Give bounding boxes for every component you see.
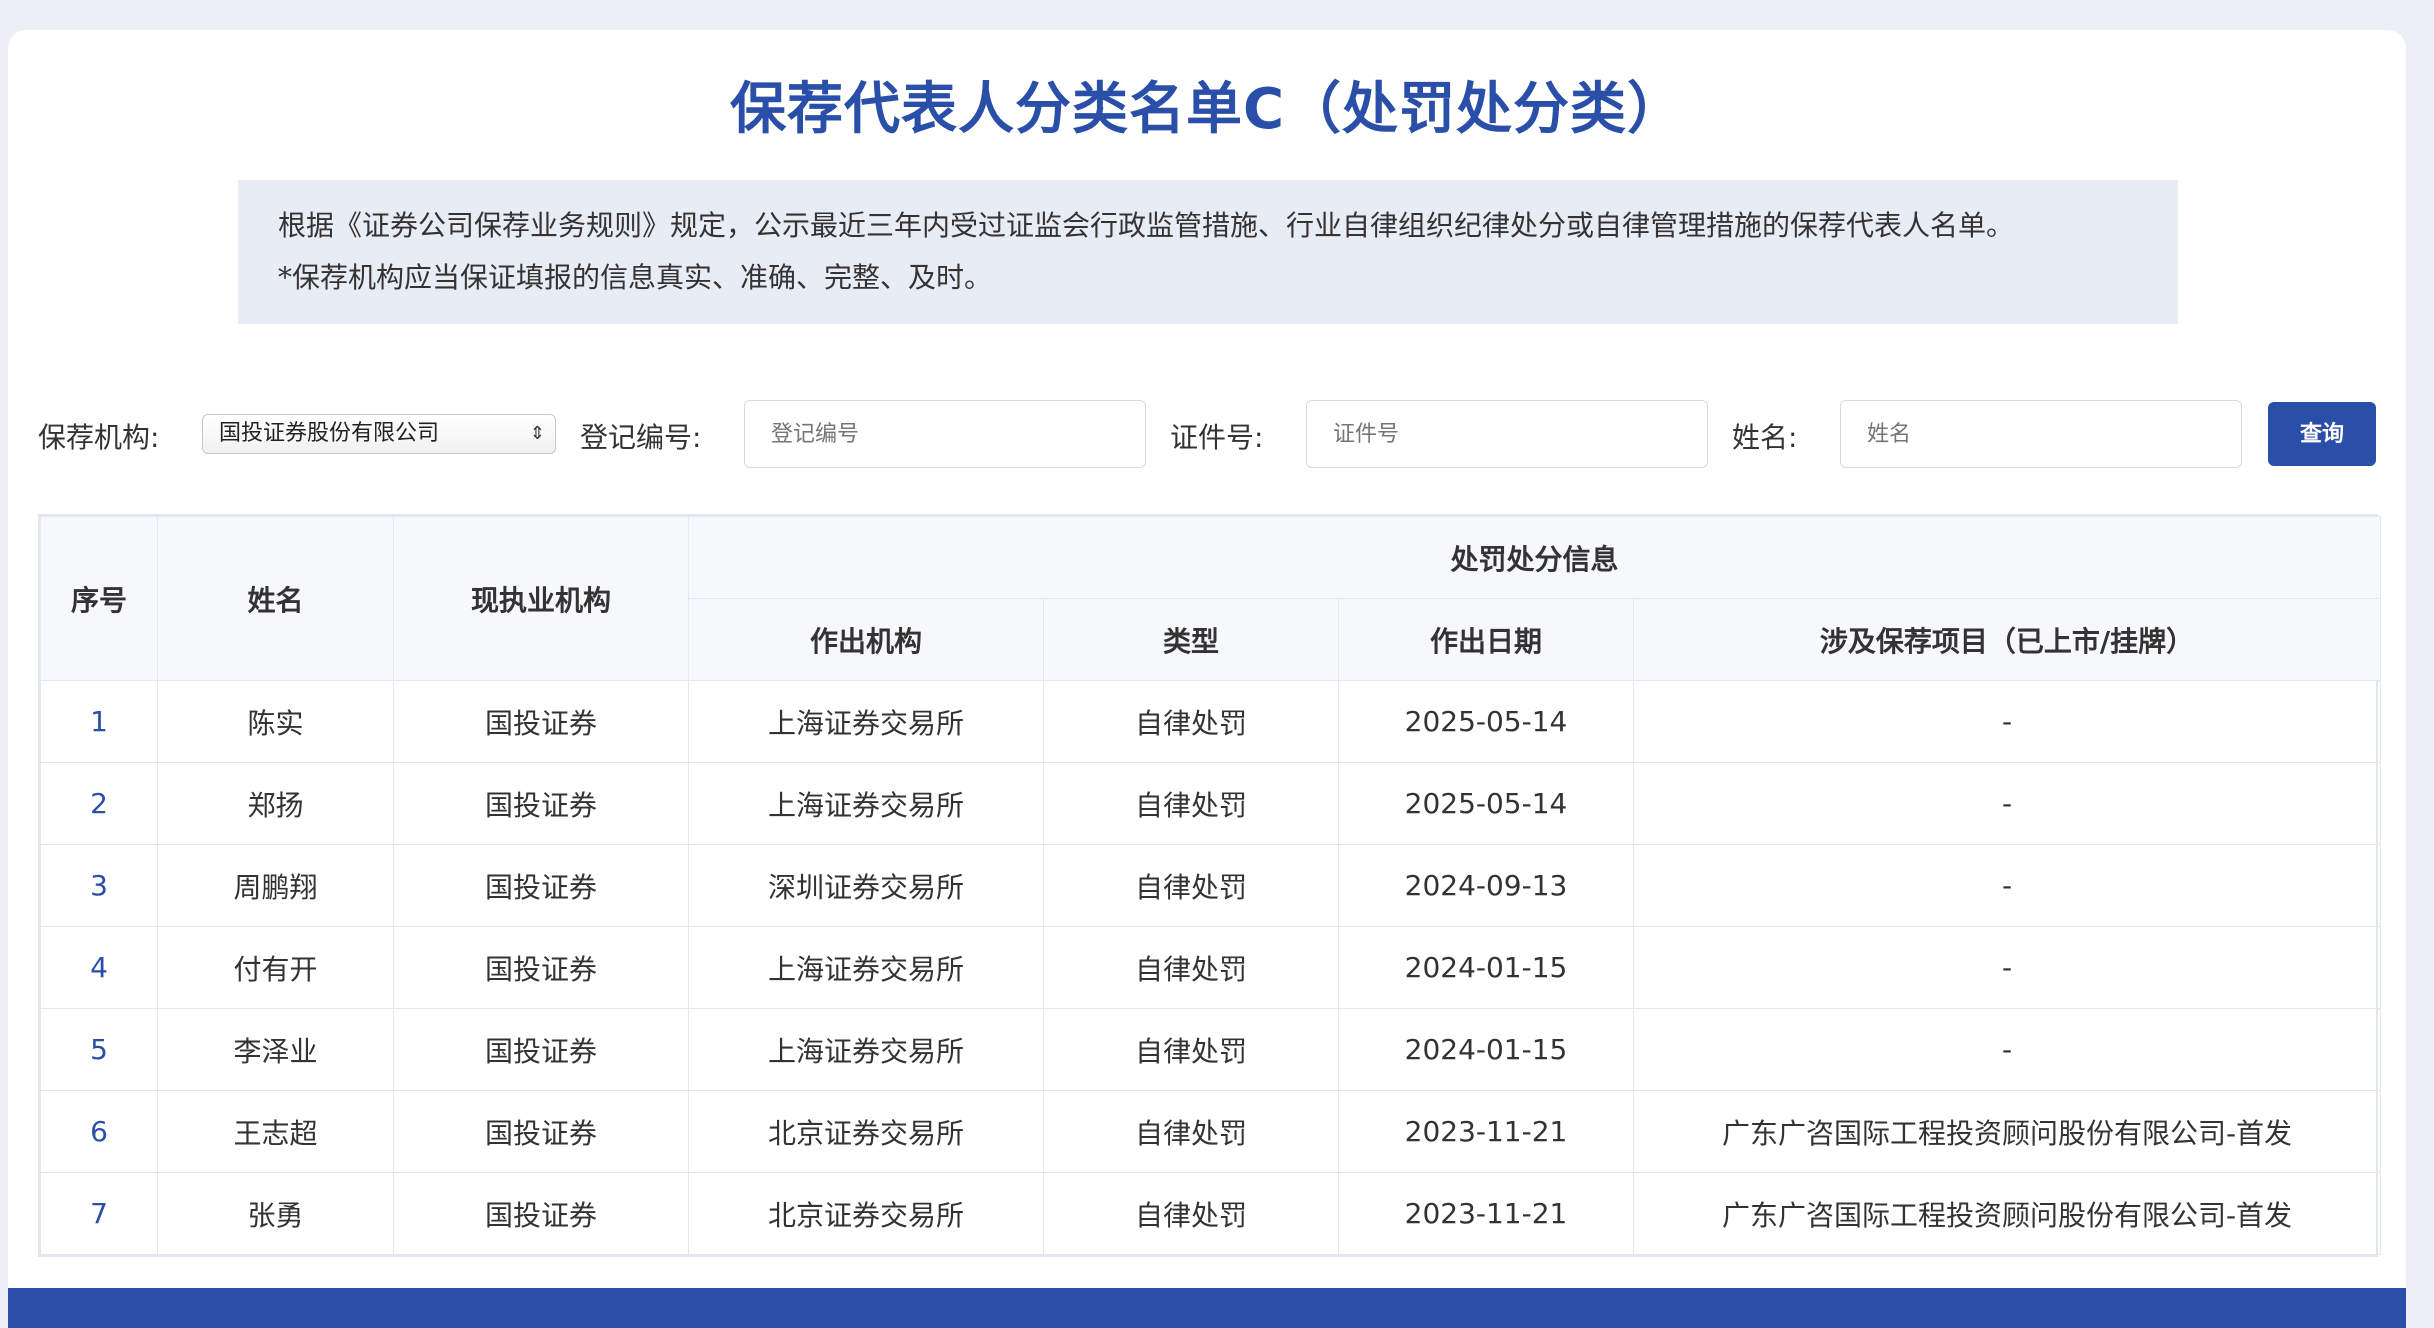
header-project: 涉及保荐项目（已上市/挂牌） [1632,598,2382,681]
cell-name: 王志超 [157,1090,394,1173]
cell-index: 5 [40,1008,158,1091]
cell-project: 广东广咨国际工程投资顾问股份有限公司-首发 [1632,1172,2382,1255]
cell-institution: 国投证券 [393,926,689,1009]
page-title: 保荐代表人分类名单C（处罚处分类） [729,77,1685,142]
header-penalty-group: 处罚处分信息 [687,516,2382,599]
cert-no-label: 证件号: [1170,421,1264,454]
cell-name: 郑扬 [157,762,394,845]
cell-institution: 国投证券 [393,680,689,763]
cell-project: - [1632,926,2382,1009]
header-index: 序号 [40,516,158,681]
query-button[interactable]: 查询 [2268,402,2376,466]
cell-date: 2024-01-15 [1338,1008,1634,1091]
header-name: 姓名 [157,516,394,681]
cell-issuer: 上海证券交易所 [688,1008,1044,1091]
cell-index: 1 [40,680,158,763]
select-arrows-icon: ⇕ [529,423,545,444]
cell-issuer: 北京证券交易所 [688,1172,1044,1255]
main-card: 保荐代表人分类名单C（处罚处分类） 根据《证券公司保荐业务规则》规定，公示最近三… [8,30,2406,1328]
cell-type: 自律处罚 [1043,1090,1339,1173]
cell-institution: 国投证券 [393,1090,689,1173]
table-row: 2 郑扬 国投证券 上海证券交易所 自律处罚 2025-05-14 - [40,762,2382,845]
cell-project: 广东广咨国际工程投资顾问股份有限公司-首发 [1632,1090,2382,1173]
cell-name: 李泽业 [157,1008,394,1091]
cert-no-input[interactable] [1306,400,1708,468]
cell-issuer: 北京证券交易所 [688,1090,1044,1173]
cell-type: 自律处罚 [1043,1172,1339,1255]
table-row: 6 王志超 国投证券 北京证券交易所 自律处罚 2023-11-21 广东广咨国… [40,1090,2382,1173]
table-row: 1 陈实 国投证券 上海证券交易所 自律处罚 2025-05-14 - [40,680,2382,763]
cell-institution: 国投证券 [393,844,689,927]
cell-index: 4 [40,926,158,1009]
cell-name: 周鹏翔 [157,844,394,927]
notice-line-1: 根据《证券公司保荐业务规则》规定，公示最近三年内受过证监会行政监管措施、行业自律… [278,209,2015,242]
name-input[interactable] [1840,400,2242,468]
cell-type: 自律处罚 [1043,844,1339,927]
notice-line-2: *保荐机构应当保证填报的信息真实、准确、完整、及时。 [278,261,993,294]
cell-type: 自律处罚 [1043,762,1339,845]
cell-date: 2025-05-14 [1338,680,1634,763]
cell-type: 自律处罚 [1043,1008,1339,1091]
cell-project: - [1632,762,2382,845]
footer-bar [8,1288,2406,1328]
cell-name: 付有开 [157,926,394,1009]
cell-institution: 国投证券 [393,1008,689,1091]
header-type: 类型 [1043,598,1339,681]
cell-project: - [1632,1008,2382,1091]
cell-name: 陈实 [157,680,394,763]
table-row: 3 周鹏翔 国投证券 深圳证券交易所 自律处罚 2024-09-13 - [40,844,2382,927]
reg-no-input[interactable] [744,400,1146,468]
header-current-institution: 现执业机构 [393,516,689,681]
cell-date: 2024-09-13 [1338,844,1634,927]
institution-label: 保荐机构: [38,421,160,454]
cell-type: 自律处罚 [1043,680,1339,763]
cell-name: 张勇 [157,1172,394,1255]
institution-select[interactable]: 国投证券股份有限公司 ⇕ [202,414,556,454]
header-date: 作出日期 [1338,598,1634,681]
cell-date: 2025-05-14 [1338,762,1634,845]
cell-type: 自律处罚 [1043,926,1339,1009]
cell-institution: 国投证券 [393,762,689,845]
table-row: 5 李泽业 国投证券 上海证券交易所 自律处罚 2024-01-15 - [40,1008,2382,1091]
name-label: 姓名: [1732,421,1798,454]
cell-project: - [1632,680,2382,763]
filter-bar: 保荐机构: 国投证券股份有限公司 ⇕ 登记编号: 证件号: 姓名: 查询 [8,400,2406,470]
table-row: 4 付有开 国投证券 上海证券交易所 自律处罚 2024-01-15 - [40,926,2382,1009]
cell-issuer: 上海证券交易所 [688,926,1044,1009]
reg-no-label: 登记编号: [580,421,702,454]
cell-issuer: 上海证券交易所 [688,680,1044,763]
cell-index: 6 [40,1090,158,1173]
cell-date: 2024-01-15 [1338,926,1634,1009]
notice-box: 根据《证券公司保荐业务规则》规定，公示最近三年内受过证监会行政监管措施、行业自律… [238,180,2178,324]
table-row: 7 张勇 国投证券 北京证券交易所 自律处罚 2023-11-21 广东广咨国际… [40,1172,2382,1255]
cell-index: 7 [40,1172,158,1255]
table-header-row: 序号 姓名 现执业机构 处罚处分信息 [40,516,2382,681]
results-table: 序号 姓名 现执业机构 处罚处分信息 作出机构 类型 作出日期 涉及保荐项目（已… [38,514,2382,1257]
cell-index: 2 [40,762,158,845]
header-issuer: 作出机构 [688,598,1044,681]
cell-date: 2023-11-21 [1338,1090,1634,1173]
cell-issuer: 上海证券交易所 [688,762,1044,845]
institution-select-value: 国投证券股份有限公司 [219,421,440,446]
cell-institution: 国投证券 [393,1172,689,1255]
cell-date: 2023-11-21 [1338,1172,1634,1255]
cell-index: 3 [40,844,158,927]
cell-issuer: 深圳证券交易所 [688,844,1044,927]
cell-project: - [1632,844,2382,927]
